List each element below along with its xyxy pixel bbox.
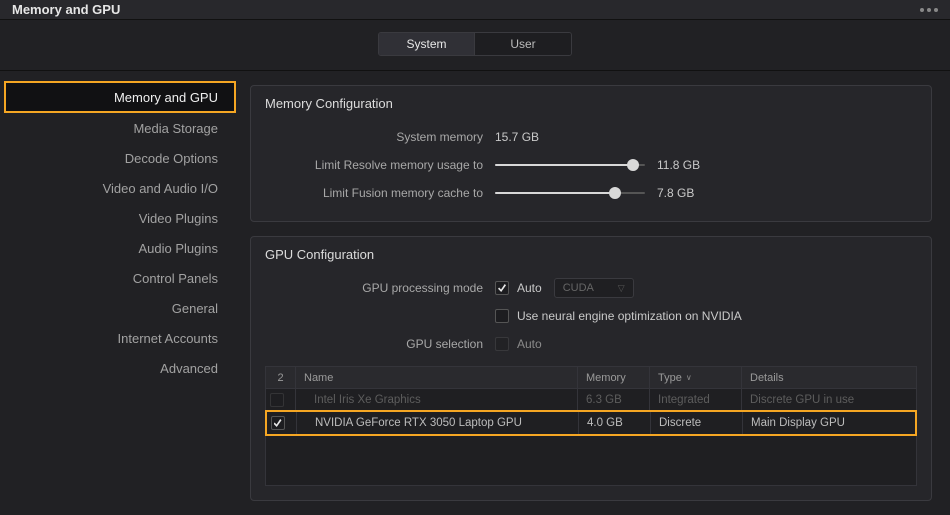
row-details: Main Display GPU: [743, 412, 915, 434]
resolve-limit-label: Limit Resolve memory usage to: [265, 158, 495, 172]
main-panel: Memory Configuration System memory 15.7 …: [236, 71, 950, 515]
sidebar-item-label: Audio Plugins: [139, 241, 219, 256]
sidebar-item-label: Decode Options: [125, 151, 218, 166]
row-checkbox[interactable]: [271, 416, 285, 430]
sidebar-item-label: Media Storage: [133, 121, 218, 136]
gpu-api-select[interactable]: CUDA ▽: [554, 278, 634, 298]
gpu-section: GPU Configuration GPU processing mode Au…: [250, 236, 932, 501]
row-checkbox[interactable]: [270, 393, 284, 407]
system-memory-label: System memory: [265, 130, 495, 144]
gpu-selection-auto-label: Auto: [517, 337, 542, 351]
sidebar-item-media-storage[interactable]: Media Storage: [0, 113, 236, 143]
row-details: Discrete GPU in use: [742, 389, 916, 411]
row-memory: 6.3 GB: [578, 389, 650, 411]
sidebar-item-label: Video Plugins: [139, 211, 218, 226]
preferences-window: Memory and GPU System User Memory and GP…: [0, 0, 950, 515]
system-memory-value: 15.7 GB: [495, 130, 555, 144]
row-name: NVIDIA GeForce RTX 3050 Laptop GPU: [297, 412, 579, 434]
neural-checkbox[interactable]: [495, 309, 509, 323]
fusion-limit-row: Limit Fusion memory cache to 7.8 GB: [265, 179, 917, 207]
gpu-selection-row: GPU selection Auto: [265, 330, 917, 358]
sidebar: Memory and GPU Media Storage Decode Opti…: [0, 71, 236, 515]
sidebar-item-video-plugins[interactable]: Video Plugins: [0, 203, 236, 233]
chevron-down-icon: ▽: [618, 283, 625, 294]
sidebar-item-label: Control Panels: [133, 271, 218, 286]
gpu-mode-row: GPU processing mode Auto CUDA ▽: [265, 274, 917, 302]
sidebar-item-label: General: [172, 301, 218, 316]
gpu-table-header: 2 Name Memory Type∨ Details: [266, 367, 916, 389]
scope-tabs: System User: [0, 20, 950, 71]
sidebar-item-control-panels[interactable]: Control Panels: [0, 263, 236, 293]
fusion-limit-label: Limit Fusion memory cache to: [265, 186, 495, 200]
row-memory: 4.0 GB: [579, 412, 651, 434]
sidebar-item-decode-options[interactable]: Decode Options: [0, 143, 236, 173]
sidebar-item-label: Memory and GPU: [114, 90, 218, 105]
resolve-limit-slider[interactable]: [495, 164, 645, 166]
body: Memory and GPU Media Storage Decode Opti…: [0, 71, 950, 515]
th-memory[interactable]: Memory: [578, 367, 650, 388]
resolve-limit-value: 11.8 GB: [657, 158, 717, 172]
row-type: Integrated: [650, 389, 742, 411]
sort-icon: ∨: [686, 373, 692, 382]
sidebar-item-audio-plugins[interactable]: Audio Plugins: [0, 233, 236, 263]
header-title: Memory and GPU: [12, 2, 120, 17]
sidebar-item-label: Internet Accounts: [118, 331, 218, 346]
sidebar-item-memory-gpu[interactable]: Memory and GPU: [4, 81, 236, 113]
gpu-selection-label: GPU selection: [265, 337, 495, 351]
sidebar-item-general[interactable]: General: [0, 293, 236, 323]
table-empty-area: [266, 435, 916, 485]
resolve-limit-row: Limit Resolve memory usage to 11.8 GB: [265, 151, 917, 179]
gpu-table: 2 Name Memory Type∨ Details Intel Iris X…: [265, 366, 917, 486]
row-name: Intel Iris Xe Graphics: [296, 389, 578, 411]
gpu-mode-label: GPU processing mode: [265, 281, 495, 295]
window-header: Memory and GPU: [0, 0, 950, 20]
sidebar-item-label: Advanced: [160, 361, 218, 376]
gpu-count: 2: [266, 367, 296, 388]
gpu-section-title: GPU Configuration: [251, 237, 931, 274]
gpu-selection-auto-checkbox[interactable]: [495, 337, 509, 351]
sidebar-item-advanced[interactable]: Advanced: [0, 353, 236, 383]
tab-group: System User: [378, 32, 572, 56]
sidebar-item-label: Video and Audio I/O: [103, 181, 218, 196]
memory-section: Memory Configuration System memory 15.7 …: [250, 85, 932, 222]
gpu-mode-auto-checkbox[interactable]: [495, 281, 509, 295]
neural-row: Use neural engine optimization on NVIDIA: [265, 302, 917, 330]
sidebar-item-internet-accounts[interactable]: Internet Accounts: [0, 323, 236, 353]
table-row[interactable]: Intel Iris Xe Graphics 6.3 GB Integrated…: [266, 389, 916, 411]
neural-label: Use neural engine optimization on NVIDIA: [517, 309, 742, 323]
sidebar-item-video-audio-io[interactable]: Video and Audio I/O: [0, 173, 236, 203]
tab-user[interactable]: User: [475, 33, 571, 55]
memory-section-title: Memory Configuration: [251, 86, 931, 123]
gpu-mode-auto-label: Auto: [517, 281, 542, 295]
options-menu-icon[interactable]: [920, 8, 938, 12]
table-row[interactable]: NVIDIA GeForce RTX 3050 Laptop GPU 4.0 G…: [265, 410, 917, 436]
fusion-limit-value: 7.8 GB: [657, 186, 717, 200]
th-type[interactable]: Type∨: [650, 367, 742, 388]
th-details[interactable]: Details: [742, 367, 916, 388]
fusion-limit-slider[interactable]: [495, 192, 645, 194]
row-type: Discrete: [651, 412, 743, 434]
th-name[interactable]: Name: [296, 367, 578, 388]
system-memory-row: System memory 15.7 GB: [265, 123, 917, 151]
tab-system[interactable]: System: [379, 33, 475, 55]
gpu-api-value: CUDA: [563, 282, 594, 294]
